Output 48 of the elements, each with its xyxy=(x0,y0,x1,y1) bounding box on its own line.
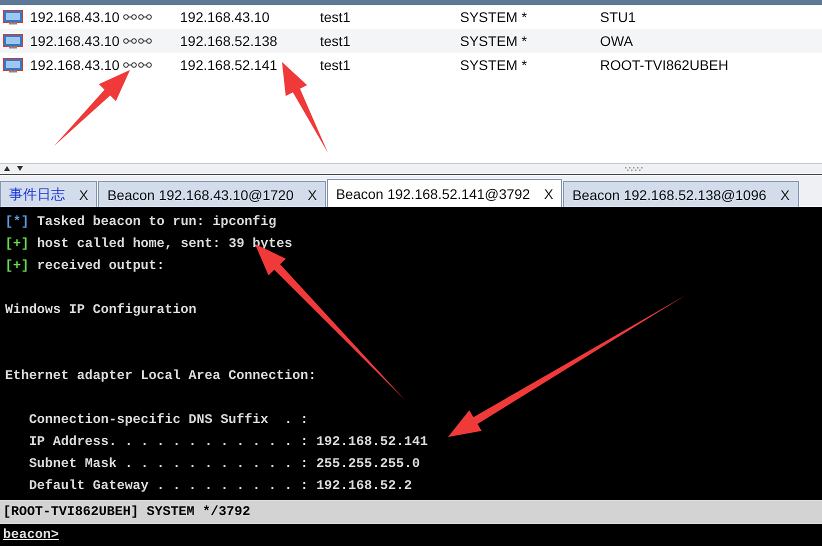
table-cell: SYSTEM * xyxy=(460,57,527,73)
table-cell: 192.168.43.10 xyxy=(30,57,120,73)
tab-close-button[interactable]: X xyxy=(308,186,317,202)
chain-icon xyxy=(122,62,153,68)
console-tab[interactable]: 事件日志 X xyxy=(0,181,98,207)
table-cell: OWA xyxy=(600,33,633,49)
table-cell: STU1 xyxy=(600,9,636,25)
status-prefix: [*] xyxy=(5,213,29,231)
chain-icon xyxy=(122,38,153,44)
console-line: host called home, sent: 39 bytes xyxy=(36,235,292,253)
tab-close-button[interactable]: X xyxy=(544,186,554,202)
table-cell: 192.168.52.141 xyxy=(180,57,278,73)
table-cell: SYSTEM * xyxy=(460,9,527,25)
table-cell: 192.168.43.10 xyxy=(30,9,120,25)
chain-icon xyxy=(122,14,153,20)
drag-handle-icon[interactable] xyxy=(625,167,645,171)
console-tab[interactable]: Beacon 192.168.52.141@3792 X xyxy=(326,179,562,207)
tab-close-button[interactable]: X xyxy=(780,186,790,202)
command-prompt[interactable]: beacon> xyxy=(0,527,59,542)
table-cell: 192.168.43.10 xyxy=(180,9,270,25)
status-bar: [ROOT-TVI862UBEH] SYSTEM */3792 xyxy=(0,500,822,524)
status-prefix: [+] xyxy=(5,257,29,275)
collapse-arrows-icon[interactable] xyxy=(4,166,24,171)
console-tab[interactable]: Beacon 192.168.52.138@1096 X xyxy=(563,181,799,207)
table-cell: test1 xyxy=(320,9,350,25)
console-line: Windows IP Configuration xyxy=(5,301,197,319)
table-cell: 192.168.43.10 xyxy=(30,33,120,49)
console-tab[interactable]: Beacon 192.168.43.10@1720 X xyxy=(98,181,326,207)
monitor-icon xyxy=(3,34,23,48)
monitor-icon xyxy=(3,10,23,24)
session-row[interactable]: 192.168.43.10 192.168.52.141 test1 SYSTEM * ROOT-TVI862UBEH xyxy=(0,53,822,77)
table-cell: test1 xyxy=(320,33,350,49)
console-line: IP Address. . . . . . . . . . . . : 192.168.52.141 xyxy=(28,433,428,451)
console-line: received output: xyxy=(36,257,165,275)
tab-close-button[interactable]: X xyxy=(79,186,88,202)
table-cell: test1 xyxy=(320,57,350,73)
console-line: Default Gateway . . . . . . . . . : 192.168.52.2 xyxy=(28,477,412,495)
console-line: Ethernet adapter Local Area Connection: xyxy=(5,367,316,385)
table-cell: SYSTEM * xyxy=(460,33,527,49)
session-row[interactable]: 192.168.43.10 192.168.52.138 test1 SYSTEM * OWA xyxy=(0,29,822,53)
monitor-icon xyxy=(3,58,23,72)
session-row[interactable]: 192.168.43.10 192.168.43.10 test1 SYSTEM * STU1 xyxy=(0,5,822,29)
table-cell: 192.168.52.138 xyxy=(180,33,278,49)
table-cell: ROOT-TVI862UBEH xyxy=(600,57,728,73)
status-prefix: [+] xyxy=(5,235,29,253)
console-line: Tasked beacon to run: ipconfig xyxy=(36,213,276,231)
console-line: Connection-specific DNS Suffix . : xyxy=(28,411,308,429)
console-line: Subnet Mask . . . . . . . . . . . : 255.255.255.0 xyxy=(28,455,420,473)
